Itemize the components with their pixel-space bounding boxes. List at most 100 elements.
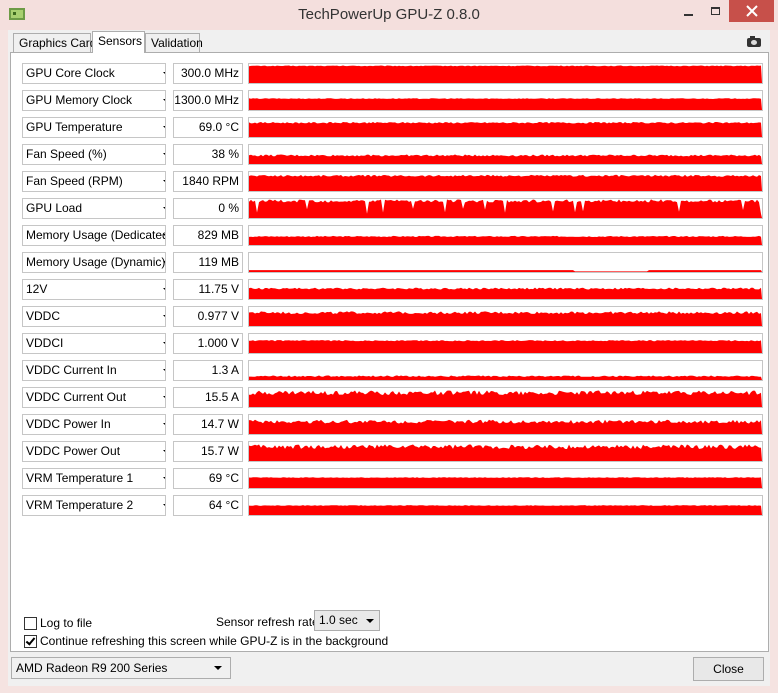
close-button[interactable]: Close xyxy=(693,657,764,681)
sensor-graph-area xyxy=(249,98,762,110)
sensor-name: GPU Core Clock xyxy=(26,66,115,80)
sensor-name-select[interactable]: Fan Speed (RPM) xyxy=(22,171,166,192)
chevron-down-icon xyxy=(163,126,165,130)
maximize-button[interactable] xyxy=(702,0,728,22)
chevron-down-icon xyxy=(163,396,165,400)
sensor-graph-area xyxy=(249,505,762,515)
sensor-name: GPU Temperature xyxy=(26,120,123,134)
log-to-file-checkbox[interactable] xyxy=(24,616,37,630)
refresh-rate-label: Sensor refresh rate: xyxy=(216,615,323,629)
sensor-graph-plot xyxy=(249,235,762,245)
refresh-rate-value: 1.0 sec xyxy=(319,613,358,627)
sensor-name-select[interactable]: VRM Temperature 2 xyxy=(22,495,166,516)
sensor-graph-area xyxy=(249,235,762,245)
title-bar: TechPowerUp GPU-Z 0.8.0 xyxy=(0,0,778,30)
sensor-value: 0.977 V xyxy=(173,306,243,327)
sensor-row: Fan Speed (%) 38 % xyxy=(11,144,770,165)
chevron-down-icon xyxy=(163,180,165,184)
sensor-name: VDDC Power Out xyxy=(26,444,121,458)
sensor-value: 1840 RPM xyxy=(173,171,243,192)
chevron-down-icon xyxy=(163,477,165,481)
sensor-graph xyxy=(248,441,763,462)
sensor-name-select[interactable]: GPU Memory Clock xyxy=(22,90,166,111)
sensor-name-select[interactable]: VDDC Power Out xyxy=(22,441,166,462)
sensor-graph-area xyxy=(249,477,762,488)
sensor-row: VRM Temperature 1 69 °C xyxy=(11,468,770,489)
sensor-graph xyxy=(248,468,763,489)
sensor-graph-plot xyxy=(249,375,762,380)
continue-refresh-checkbox[interactable] xyxy=(24,634,37,648)
continue-refresh-option[interactable]: Continue refreshing this screen while GP… xyxy=(24,633,388,649)
sensor-name: Fan Speed (RPM) xyxy=(26,174,123,188)
sensor-name: Memory Usage (Dynamic) xyxy=(26,255,166,269)
close-window-button[interactable] xyxy=(729,0,774,22)
sensor-name-select[interactable]: GPU Temperature xyxy=(22,117,166,138)
sensor-name-select[interactable]: 12V xyxy=(22,279,166,300)
sensor-row: VDDCI 1.000 V xyxy=(11,333,770,354)
chevron-down-icon xyxy=(163,234,165,238)
sensor-graph-area xyxy=(249,375,762,380)
sensor-graph xyxy=(248,63,763,84)
sensor-value: 119 MB xyxy=(173,252,243,273)
gpu-select[interactable]: AMD Radeon R9 200 Series xyxy=(11,657,231,679)
tab-graphics-card[interactable]: Graphics Card xyxy=(13,33,96,53)
tab-validation[interactable]: Validation xyxy=(145,33,203,53)
sensor-row: GPU Core Clock 300.0 MHz xyxy=(11,63,770,84)
sensor-name: VDDC xyxy=(26,309,61,323)
refresh-rate-select[interactable]: 1.0 sec xyxy=(314,610,380,631)
sensor-name-select[interactable]: Memory Usage (Dedicated) xyxy=(22,225,166,246)
sensor-name-select[interactable]: VDDC Current Out xyxy=(22,387,166,408)
sensor-value: 15.5 A xyxy=(173,387,243,408)
sensor-graph-area xyxy=(249,174,762,191)
sensor-graph xyxy=(248,279,763,300)
sensor-graph-area xyxy=(249,390,762,407)
sensor-row: GPU Memory Clock 1300.0 MHz xyxy=(11,90,770,111)
sensor-graph-area xyxy=(249,311,762,326)
sensor-graph xyxy=(248,144,763,165)
sensor-graph-area xyxy=(249,154,762,164)
chevron-down-icon xyxy=(163,342,165,346)
sensor-name-select[interactable]: GPU Core Clock xyxy=(22,63,166,84)
sensor-row: Memory Usage (Dynamic) 119 MB xyxy=(11,252,770,273)
sensor-graph-area xyxy=(249,287,762,299)
sensor-graph xyxy=(248,252,763,273)
sensor-value: 15.7 W xyxy=(173,441,243,462)
sensor-row: VDDC Power In 14.7 W xyxy=(11,414,770,435)
sensor-name-select[interactable]: VDDC Current In xyxy=(22,360,166,381)
sensor-name-select[interactable]: VDDC xyxy=(22,306,166,327)
log-to-file-label: Log to file xyxy=(40,616,93,630)
chevron-down-icon xyxy=(163,99,165,103)
sensor-graph xyxy=(248,414,763,435)
sensor-row: VRM Temperature 2 64 °C xyxy=(11,495,770,516)
chevron-down-icon xyxy=(163,450,165,454)
minimize-icon xyxy=(683,14,693,16)
sensor-name-select[interactable]: VRM Temperature 1 xyxy=(22,468,166,489)
log-to-file-option[interactable]: Log to file xyxy=(24,615,92,631)
sensor-graph-plot xyxy=(249,311,762,326)
sensor-name-select[interactable]: Fan Speed (%) xyxy=(22,144,166,165)
sensor-graph-area xyxy=(249,65,762,83)
sensor-value: 14.7 W xyxy=(173,414,243,435)
sensor-row: VDDC Current Out 15.5 A xyxy=(11,387,770,408)
sensor-graph xyxy=(248,387,763,408)
sensor-value: 11.75 V xyxy=(173,279,243,300)
minimize-button[interactable] xyxy=(675,0,701,22)
sensor-graph-plot xyxy=(249,477,762,488)
sensor-value: 38 % xyxy=(173,144,243,165)
screenshot-button[interactable] xyxy=(741,35,766,49)
sensor-graph-plot xyxy=(249,419,762,434)
sensor-name-select[interactable]: GPU Load xyxy=(22,198,166,219)
sensor-name: 12V xyxy=(26,282,48,296)
sensor-name: Memory Usage (Dedicated) xyxy=(26,228,166,242)
sensor-name-select[interactable]: VDDC Power In xyxy=(22,414,166,435)
sensor-value: 300.0 MHz xyxy=(173,63,243,84)
sensor-name-select[interactable]: VDDCI xyxy=(22,333,166,354)
sensor-graph-plot xyxy=(249,444,762,461)
sensor-name: GPU Load xyxy=(26,201,83,215)
sensor-name-select[interactable]: Memory Usage (Dynamic) xyxy=(22,252,166,273)
tab-sensors[interactable]: Sensors xyxy=(92,31,145,53)
sensor-graph-plot xyxy=(249,174,762,191)
close-icon xyxy=(745,5,758,17)
sensor-graph-area xyxy=(249,122,762,137)
chevron-down-icon xyxy=(163,315,165,319)
